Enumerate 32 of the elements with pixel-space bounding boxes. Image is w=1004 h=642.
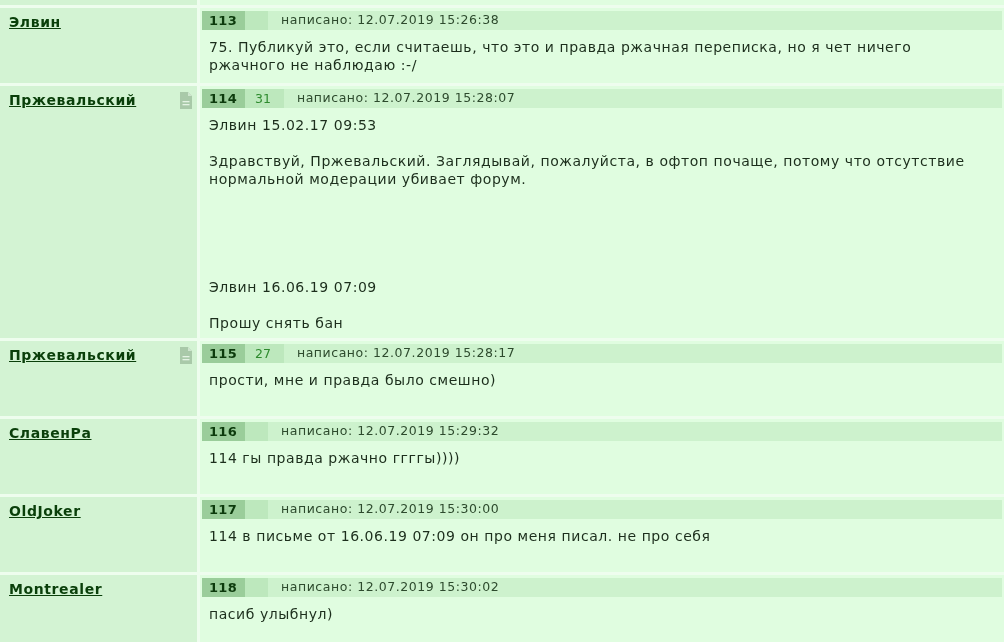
post-text: Элвин 15.02.17 09:53 Здравствуй, Пржевальский. Заглядывай, пожалуйста, в офтоп почаще, потому что отсутствие нормальной модерации убивает форум. Элвин 16.06.19 07:09 Прошу снять бан	[208, 116, 966, 332]
post-rating: 31	[245, 89, 284, 108]
post-text: прости, мне и правда было смешно)	[208, 371, 498, 389]
post-text: пасиб улыбнул)	[208, 605, 335, 623]
posted-date: написано: 12.07.2019 15:29:32	[281, 422, 500, 441]
post-number[interactable]: 113	[202, 11, 245, 30]
document-icon[interactable]	[180, 347, 192, 364]
posted-date: написано: 12.07.2019 15:28:07	[296, 89, 516, 108]
post-text: 75. Публикуй это, если считаешь, что это и правда ржачная переписка, но я чет ничего ржачного не наблюдаю :-/	[208, 38, 913, 74]
author-link[interactable]: СлавенРа	[9, 424, 92, 442]
rating-cell	[245, 500, 268, 519]
author-link[interactable]: Пржевальский	[9, 346, 137, 364]
rating-cell	[245, 422, 268, 441]
post-rating: 27	[245, 344, 284, 363]
post-text: 114 гы правда ржачно ггггы))))	[208, 449, 461, 467]
post-number[interactable]: 118	[202, 578, 245, 597]
posted-date: написано: 12.07.2019 15:30:02	[281, 578, 500, 597]
rating-cell	[245, 578, 268, 597]
document-icon[interactable]	[180, 92, 192, 109]
author-link[interactable]: Montrealer	[9, 580, 103, 598]
posted-date: написано: 12.07.2019 15:26:38	[281, 11, 500, 30]
post-number[interactable]: 115	[202, 344, 245, 363]
posted-date: написано: 12.07.2019 15:30:00	[281, 500, 500, 519]
rating-cell	[245, 11, 268, 30]
post-number[interactable]: 117	[202, 500, 245, 519]
author-link[interactable]: Элвин	[9, 13, 61, 31]
post-number[interactable]: 114	[202, 89, 245, 108]
posted-date: написано: 12.07.2019 15:28:17	[296, 344, 516, 363]
author-link[interactable]: Пржевальский	[9, 91, 137, 109]
post-number[interactable]: 116	[202, 422, 245, 441]
post-text: 114 в письме от 16.06.19 07:09 он про меня писал. не про себя	[208, 527, 712, 545]
author-link[interactable]: OldJoker	[9, 502, 81, 520]
